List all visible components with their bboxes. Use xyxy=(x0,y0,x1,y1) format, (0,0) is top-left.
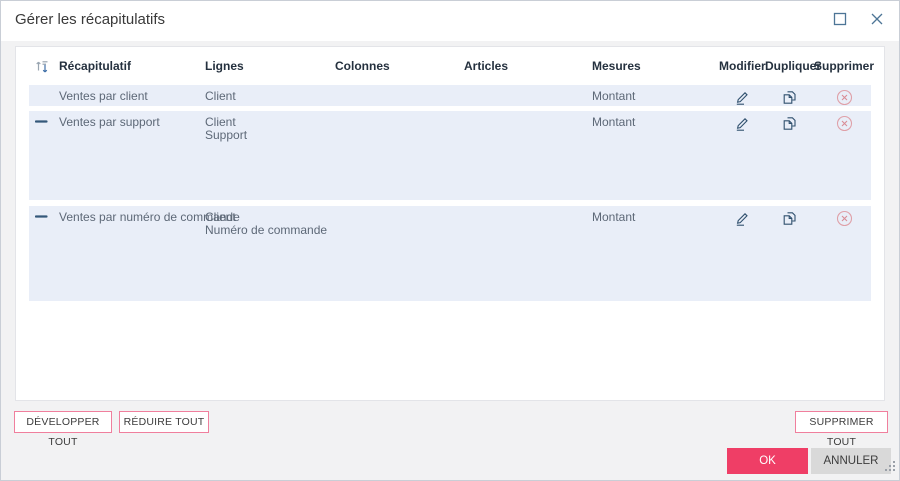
delete-all-button[interactable]: SUPPRIMER TOUT xyxy=(795,411,888,448)
dialog-title: Gérer les récapitulatifs xyxy=(15,11,166,28)
column-header-colonnes[interactable]: Colonnes xyxy=(335,59,464,73)
titlebar: Gérer les récapitulatifs xyxy=(1,1,899,41)
row-toggle[interactable] xyxy=(29,85,59,109)
delete-icon[interactable] xyxy=(836,89,853,106)
row-lignes: Client xyxy=(205,89,236,103)
row-colonnes xyxy=(335,111,464,200)
row-mesures: Montant xyxy=(592,210,636,224)
resize-grip-icon[interactable] xyxy=(884,459,896,477)
delete-icon[interactable] xyxy=(836,115,853,132)
duplicate-icon[interactable] xyxy=(781,115,798,132)
row-toggle[interactable] xyxy=(29,111,59,200)
column-header-articles[interactable]: Articles xyxy=(464,59,592,73)
table-body: Ventes par client Client Montant Ventes … xyxy=(29,85,871,301)
column-header-recapitulatif[interactable]: Récapitulatif xyxy=(59,59,205,73)
column-header-supprimer: Supprimer xyxy=(813,59,874,73)
column-header-modifier: Modifier xyxy=(719,59,766,73)
manage-summaries-dialog: Gérer les récapitulatifs Récapitulatif L… xyxy=(0,0,900,481)
maximize-icon[interactable] xyxy=(831,10,849,28)
summaries-table: Récapitulatif Lignes Colonnes Articles M… xyxy=(15,46,885,401)
row-articles xyxy=(464,85,592,109)
column-header-dupliquer: Dupliquer xyxy=(765,59,821,73)
table-row[interactable]: Ventes par support Client Support Montant xyxy=(29,111,871,200)
duplicate-icon[interactable] xyxy=(781,89,798,106)
row-colonnes xyxy=(335,206,464,301)
row-lignes: Client Support xyxy=(205,115,248,142)
collapse-icon[interactable] xyxy=(34,115,48,128)
row-name: Ventes par support xyxy=(59,115,160,129)
row-lignes: Client Numéro de commande xyxy=(205,210,328,237)
row-articles xyxy=(464,206,592,301)
delete-icon[interactable] xyxy=(836,210,853,227)
table-row[interactable]: Ventes par client Client Montant xyxy=(29,85,871,106)
row-name: Ventes par client xyxy=(59,89,148,103)
expand-all-button[interactable]: DÉVELOPPER TOUT xyxy=(14,411,112,448)
row-name: Ventes par numéro de commande xyxy=(59,210,240,224)
row-articles xyxy=(464,111,592,200)
column-header-mesures[interactable]: Mesures xyxy=(592,59,719,73)
sort-icon[interactable] xyxy=(34,58,64,77)
row-mesures: Montant xyxy=(592,115,636,129)
collapse-icon[interactable] xyxy=(34,210,48,223)
collapse-all-button[interactable]: RÉDUIRE TOUT xyxy=(119,411,209,433)
cancel-button[interactable]: ANNULER xyxy=(811,448,891,474)
row-mesures: Montant xyxy=(592,89,636,103)
row-toggle[interactable] xyxy=(29,206,59,301)
edit-icon[interactable] xyxy=(734,210,751,227)
column-header-lignes[interactable]: Lignes xyxy=(205,59,335,73)
table-row[interactable]: Ventes par numéro de commande Client Numé… xyxy=(29,206,871,301)
ok-button[interactable]: OK xyxy=(727,448,808,474)
table-header: Récapitulatif Lignes Colonnes Articles M… xyxy=(29,47,874,85)
row-colonnes xyxy=(335,85,464,109)
edit-icon[interactable] xyxy=(734,89,751,106)
duplicate-icon[interactable] xyxy=(781,210,798,227)
edit-icon[interactable] xyxy=(734,115,751,132)
close-icon[interactable] xyxy=(868,10,886,28)
